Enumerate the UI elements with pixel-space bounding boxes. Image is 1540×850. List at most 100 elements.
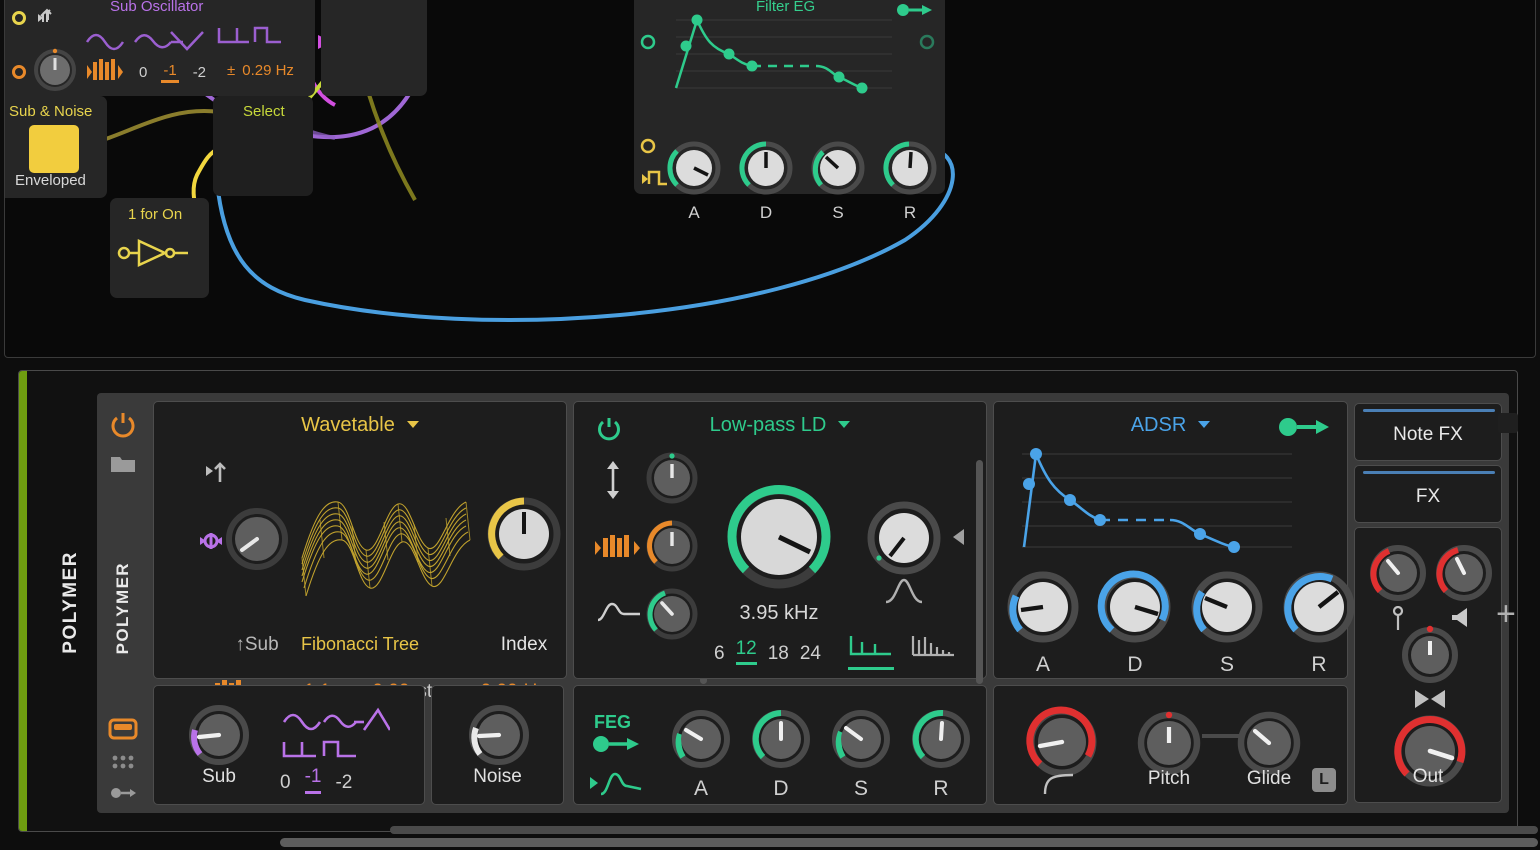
fx-slot[interactable]: FX bbox=[1354, 465, 1502, 523]
sub-osc-octave-selector[interactable]: 0 -1 -2 bbox=[137, 62, 208, 83]
crossfade-knob[interactable] bbox=[1399, 624, 1461, 691]
modulation-out-icon[interactable] bbox=[1278, 416, 1330, 443]
amp-env-label-d: D bbox=[1127, 653, 1143, 676]
legato-badge[interactable]: L bbox=[1312, 768, 1336, 792]
noise-level-knob[interactable] bbox=[466, 702, 532, 773]
device-chain-panel: POLYMER POLYMER Wavetable ↑Sub Fibonacci… bbox=[18, 370, 1518, 832]
filter-mod-shape-icon[interactable] bbox=[596, 600, 642, 631]
sub-osc-octave-minus1[interactable]: -1 bbox=[161, 62, 179, 83]
chevron-down-icon[interactable] bbox=[1198, 421, 1211, 428]
inverter-icon bbox=[117, 239, 188, 267]
device-icon[interactable] bbox=[97, 718, 149, 740]
filter-eg-label-a: A bbox=[688, 203, 700, 222]
grid-patch-area[interactable]: Sub Oscillator 0 -1 -2 ± 0.29 Hz Sub & N… bbox=[4, 0, 1536, 358]
pitchbend-knob[interactable] bbox=[1367, 542, 1429, 609]
amp-env-knob-s[interactable]: S bbox=[1188, 568, 1266, 677]
empty-device-placeholder[interactable] bbox=[1498, 413, 1518, 433]
filter-card[interactable]: Low-pass LD 3.95 kHz 6 12 18 24 bbox=[573, 401, 987, 684]
modulator-arrow-icon[interactable] bbox=[97, 785, 149, 801]
feg-knob-s[interactable]: S bbox=[830, 708, 892, 801]
sub-octave-minus2[interactable]: -2 bbox=[335, 772, 352, 794]
feg-label-s: S bbox=[853, 777, 868, 800]
sub-level-knob[interactable] bbox=[186, 702, 252, 773]
sub-osc-octave-0[interactable]: 0 bbox=[137, 64, 149, 81]
note-fx-slot[interactable]: Note FX bbox=[1354, 403, 1502, 461]
feg-modulation-out-icon[interactable] bbox=[592, 734, 640, 759]
feg-knob-row[interactable]: A D S R bbox=[670, 708, 972, 801]
pitch-glide-card[interactable]: Pitch Glide L bbox=[993, 685, 1348, 805]
grid-dots-icon[interactable] bbox=[97, 753, 149, 773]
oscillator-title[interactable]: Wavetable bbox=[154, 414, 566, 437]
filter-keytrack-knob[interactable] bbox=[644, 518, 700, 579]
feg-knob-d[interactable]: D bbox=[750, 708, 812, 801]
amp-env-label-a: A bbox=[1035, 653, 1050, 676]
filter-resonance-knob[interactable] bbox=[864, 498, 944, 583]
filter-slope-6[interactable]: 6 bbox=[714, 643, 725, 665]
sub-waveform-selector[interactable] bbox=[280, 704, 390, 768]
filter-slope-24[interactable]: 24 bbox=[800, 643, 821, 665]
index-knob[interactable] bbox=[484, 494, 564, 579]
amp-env-knob-a[interactable]: A bbox=[1004, 568, 1082, 677]
filter-slope-selector[interactable]: 6 12 18 24 bbox=[714, 638, 821, 665]
filter-mode-clean-icon[interactable] bbox=[848, 634, 894, 670]
filter-scrollbar[interactable] bbox=[976, 460, 983, 684]
folder-icon[interactable] bbox=[97, 451, 149, 475]
filter-title[interactable]: Low-pass LD bbox=[574, 414, 986, 437]
device-sidebar[interactable]: POLYMER bbox=[97, 393, 149, 813]
chevron-down-icon[interactable] bbox=[838, 421, 851, 428]
amp-envelope-card[interactable]: A D SR A D S R bbox=[993, 401, 1355, 679]
amp-env-knob-r[interactable]: R bbox=[1280, 568, 1358, 677]
filter-cutoff-knob[interactable] bbox=[722, 480, 836, 599]
sub-octave-0[interactable]: 0 bbox=[280, 772, 291, 794]
filter-eg-knob-d[interactable]: D bbox=[738, 140, 794, 223]
velocity-curve-icon bbox=[1042, 772, 1076, 801]
filter-eg-knob-a[interactable]: A bbox=[666, 140, 722, 223]
sub-osc-detune[interactable]: ± 0.29 Hz bbox=[227, 62, 294, 79]
filter-mode-dirty-icon[interactable] bbox=[910, 634, 956, 663]
filter-eg-knob-r[interactable]: R bbox=[882, 140, 938, 223]
filter-env-amount-knob[interactable] bbox=[644, 450, 700, 511]
filter-slope-18[interactable]: 18 bbox=[768, 643, 789, 665]
pitch-arrow-icon[interactable] bbox=[204, 460, 230, 491]
pitch-label: Pitch bbox=[1147, 768, 1191, 789]
filter-mod-knob[interactable] bbox=[644, 586, 700, 647]
filter-eg-knob-s[interactable]: S bbox=[810, 140, 866, 223]
resonance-arrow-icon[interactable] bbox=[952, 528, 966, 551]
filter-title-label: Low-pass LD bbox=[709, 414, 827, 436]
filter-eg-knob-row[interactable]: A D S R bbox=[666, 140, 938, 223]
noise-card[interactable]: Noise bbox=[431, 685, 564, 805]
sub-card[interactable]: Sub 0 -1 -2 bbox=[153, 685, 425, 805]
detune-value[interactable]: 0.29 Hz bbox=[242, 62, 294, 79]
output-card[interactable]: Out bbox=[1354, 527, 1502, 803]
wavetable-display[interactable] bbox=[294, 450, 474, 620]
amp-env-knob-d[interactable]: D bbox=[1096, 568, 1174, 677]
add-device-button[interactable]: + bbox=[1496, 597, 1516, 631]
sub-osc-octave-minus2[interactable]: -2 bbox=[191, 64, 208, 81]
oscillator-card[interactable]: Wavetable ↑Sub Fibonacci Tree Index bbox=[153, 401, 707, 702]
outer-horizontal-scrollbar[interactable] bbox=[280, 838, 1538, 847]
sub-mix-knob[interactable] bbox=[224, 506, 290, 577]
filter-keytrack-icon[interactable] bbox=[594, 534, 644, 565]
feg-knob-r[interactable]: R bbox=[910, 708, 972, 801]
device-name-vertical: POLYMER bbox=[60, 550, 81, 654]
sub-octave-selector[interactable]: 0 -1 -2 bbox=[280, 766, 352, 794]
power-icon[interactable] bbox=[97, 411, 149, 439]
outer-scrollbar-top[interactable] bbox=[390, 826, 1538, 834]
volume-knob[interactable] bbox=[1433, 542, 1495, 609]
grid-module-secondary[interactable] bbox=[321, 0, 427, 96]
sub-level-label: Sub bbox=[202, 766, 236, 787]
sub-octave-minus1[interactable]: -1 bbox=[304, 766, 322, 794]
filter-slope-12[interactable]: 12 bbox=[735, 638, 757, 665]
amp-envelope-display[interactable] bbox=[1022, 444, 1292, 554]
amp-envelope-knob-row[interactable]: A D S R bbox=[1004, 568, 1358, 677]
filter-envelope-card[interactable]: FEG A D S R bbox=[573, 685, 987, 805]
enveloped-color-swatch[interactable] bbox=[29, 125, 79, 173]
phase-retrigger-icon[interactable] bbox=[198, 528, 224, 559]
chevron-down-icon[interactable] bbox=[406, 421, 419, 428]
feg-label: FEG bbox=[594, 712, 632, 732]
feg-shape-icon[interactable] bbox=[588, 768, 644, 803]
feg-knob-a[interactable]: A bbox=[670, 708, 732, 801]
filter-env-amount-icon bbox=[602, 460, 624, 505]
filter-cutoff-value[interactable]: 3.95 kHz bbox=[722, 602, 836, 625]
device-modules: Wavetable ↑Sub Fibonacci Tree Index Low-… bbox=[153, 401, 1505, 805]
